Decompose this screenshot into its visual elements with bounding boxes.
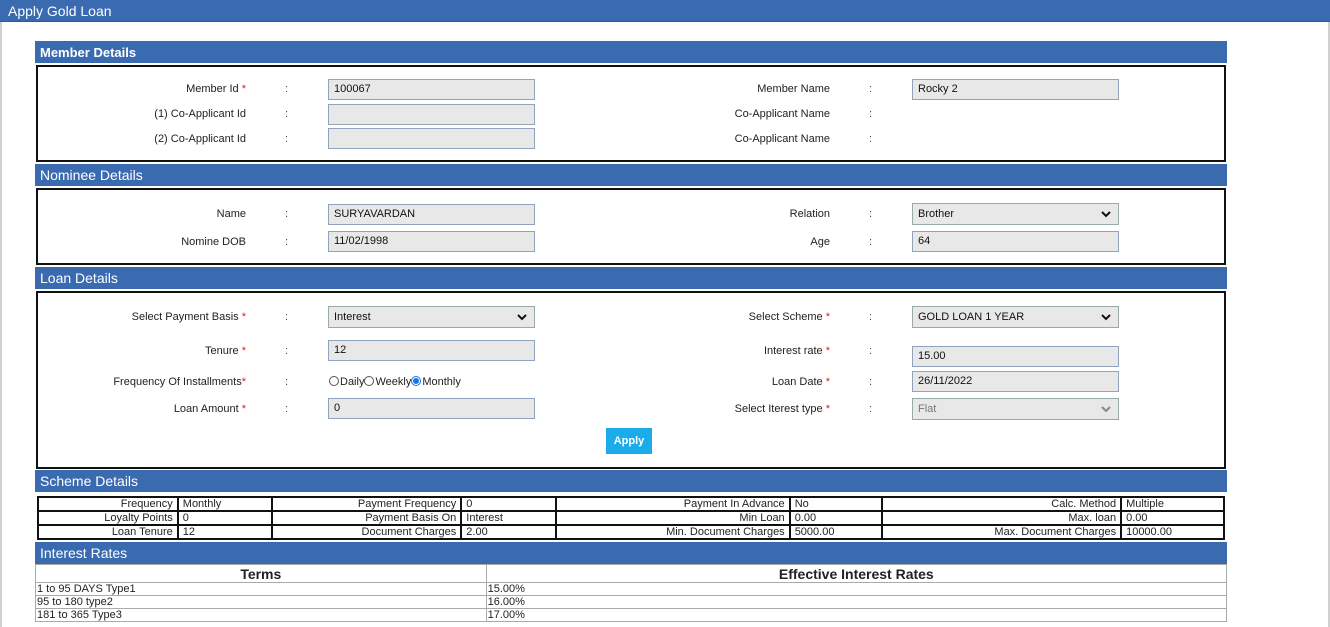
scheme-details-table: Frequency Monthly Payment Frequency 0 Paymen… [37,496,1225,540]
terms-column-header: Terms [35,564,487,583]
interest-rate-label: Interest rate * [763,345,830,357]
rate-cell: 16.00% [485,595,1228,609]
scheme-key-cell: Max. Document Charges [880,524,1123,540]
term-cell: 181 to 365 Type3 [35,608,487,622]
payment-basis-label: Select Payment Basis * [131,311,246,323]
frequency-radio-group: Daily Weekly Monthly [329,376,461,388]
interest-rates-table: Terms Effective Interest Rates 1 to 95 D… [35,564,1228,622]
table-row: Loan Tenure 12 Document Charges 2.00 Min. Do… [37,524,1225,540]
scheme-value-cell: 5000.00 [788,524,883,540]
frequency-daily-radio[interactable] [329,376,339,386]
scheme-key-cell: Payment Frequency [270,496,463,512]
nominee-name-label: Name [216,208,246,220]
co-applicant-2-name-label: Co-Applicant Name [734,133,830,145]
scheme-value-cell: 0 [176,510,273,526]
member-id-input[interactable]: 100067 [328,79,535,100]
age-input[interactable]: 64 [912,231,1119,252]
scheme-key-cell: Loyalty Points [37,510,179,526]
tenure-input[interactable]: 12 [328,340,535,361]
chevron-down-icon [1101,406,1111,413]
loan-details-header: Loan Details [35,267,1227,289]
frequency-daily-label: Daily [340,376,365,388]
rates-column-header: Effective Interest Rates [485,564,1228,583]
nominee-dob-label: Nomine DOB [181,236,246,248]
term-cell: 95 to 180 type2 [35,595,487,609]
scheme-key-cell: Max. loan [880,510,1123,526]
scheme-details-header: Scheme Details [35,470,1227,492]
scheme-label: Select Scheme * [748,311,830,323]
chevron-down-icon [517,314,527,321]
scheme-key-cell: Min Loan [555,510,791,526]
interest-rate-input[interactable]: 15.00 [912,346,1119,367]
table-row: 181 to 365 Type3 17.00% [35,608,1228,622]
table-row: Frequency Monthly Payment Frequency 0 Paymen… [37,496,1225,512]
loan-amount-input[interactable]: 0 [328,398,535,419]
chevron-down-icon [1101,314,1111,321]
member-id-label: Member Id * [186,83,246,95]
scheme-value-cell: 10000.00 [1120,524,1225,540]
frequency-label: Frequency Of Installments* [113,376,246,388]
scheme-key-cell: Payment In Advance [555,496,791,512]
term-cell: 1 to 95 DAYS Type1 [35,582,487,596]
age-label: Age [810,236,830,248]
scheme-key-cell: Payment Basis On [270,510,463,526]
member-name-label: Member Name [757,83,830,95]
nominee-dob-input[interactable]: 11/02/1998 [328,231,535,252]
tenure-label: Tenure * [205,345,246,357]
scheme-key-cell: Calc. Method [880,496,1123,512]
frequency-monthly-label: Monthly [422,376,461,388]
scheme-value-cell: Multiple [1120,496,1225,512]
scheme-value-cell: Monthly [176,496,273,512]
loan-date-input[interactable]: 26/11/2022 [912,371,1119,392]
apply-button[interactable]: Apply [606,428,652,454]
table-row: Loyalty Points 0 Payment Basis On Interest M… [37,510,1225,526]
frequency-monthly-radio[interactable] [411,376,422,386]
co-applicant-1-label: (1) Co-Applicant Id [154,108,246,120]
scheme-value-cell: Interest [460,510,558,526]
nominee-details-panel [36,188,1226,265]
scheme-value-cell: No [788,496,883,512]
scheme-value-cell: 0.00 [788,510,883,526]
scheme-value-cell: 0 [460,496,558,512]
chevron-down-icon [1101,211,1111,218]
scheme-key-cell: Loan Tenure [37,524,179,540]
frequency-weekly-label: Weekly [375,376,412,388]
member-details-header: Member Details [35,41,1227,63]
nominee-details-header: Nominee Details [35,164,1227,186]
member-name-input[interactable]: Rocky 2 [912,79,1119,100]
co-applicant-2-label: (2) Co-Applicant Id [154,133,246,145]
relation-select[interactable]: Brother [912,203,1119,225]
table-row: 95 to 180 type2 16.00% [35,595,1228,609]
page-title: Apply Gold Loan [0,0,1330,22]
interest-rates-header: Interest Rates [35,542,1227,564]
co-applicant-1-input[interactable] [328,104,535,125]
scheme-key-cell: Frequency [37,496,179,512]
frequency-weekly-radio[interactable] [364,376,375,386]
scheme-select[interactable]: GOLD LOAN 1 YEAR [912,306,1119,328]
scheme-key-cell: Min. Document Charges [555,524,791,540]
rate-cell: 15.00% [485,582,1228,596]
relation-label: Relation [789,208,830,220]
scheme-value-cell: 0.00 [1120,510,1225,526]
payment-basis-select[interactable]: Interest [328,306,535,328]
loan-amount-label: Loan Amount * [173,403,246,415]
interest-type-label: Select Iterest type * [734,403,830,415]
co-applicant-1-name-label: Co-Applicant Name [734,108,830,120]
rate-cell: 17.00% [485,608,1228,622]
loan-date-label: Loan Date * [771,376,830,388]
nominee-name-input[interactable]: SURYAVARDAN [328,204,535,225]
table-row: 1 to 95 DAYS Type1 15.00% [35,582,1228,596]
co-applicant-2-input[interactable] [328,128,535,149]
scheme-value-cell: 2.00 [460,524,558,540]
scheme-key-cell: Document Charges [270,524,463,540]
scheme-value-cell: 12 [176,524,273,540]
interest-type-select[interactable]: Flat [912,398,1119,420]
